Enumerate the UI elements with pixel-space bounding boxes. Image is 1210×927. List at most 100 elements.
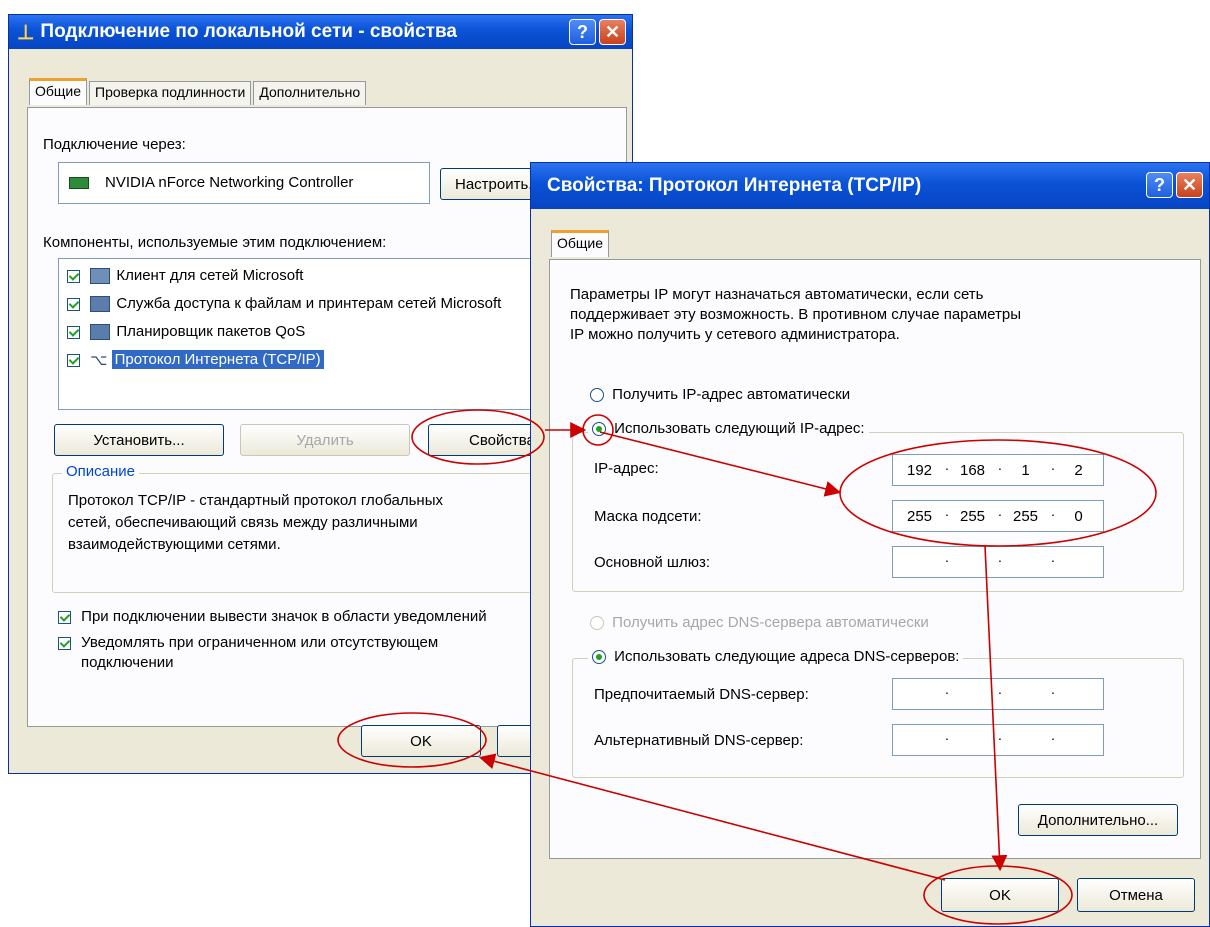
preferred-dns-label: Предпочитаемый DNS-сервер: — [594, 686, 809, 703]
manual-ip-option[interactable]: Использовать следующий IP-адрес: — [588, 420, 869, 437]
checkbox[interactable] — [67, 269, 80, 283]
ip-label: IP-адрес: — [594, 460, 659, 477]
dns-group — [572, 658, 1184, 778]
network-card-icon — [69, 177, 89, 189]
components-label: Компоненты, используемые этим подключени… — [43, 234, 387, 251]
install-button[interactable]: Установить... — [54, 424, 224, 456]
list-item[interactable]: Служба доступа к файлам и принтерам сете… — [67, 295, 502, 313]
component-label: Планировщик пакетов QoS — [116, 323, 306, 340]
adapter-name: NVIDIA nForce Networking Controller — [105, 174, 354, 191]
preferred-dns-field[interactable]: . . . — [892, 678, 1104, 710]
description-text-3: взаимодействующими сетями. — [68, 536, 281, 553]
notify-option[interactable]: Уведомлять при ограниченном или отсутств… — [58, 634, 438, 651]
dns-dot: . — [1051, 727, 1055, 743]
ok-button[interactable]: OK — [941, 878, 1059, 912]
advanced-button[interactable]: Дополнительно... — [1018, 804, 1178, 836]
qos-icon — [90, 324, 111, 341]
gateway-field[interactable]: . . . — [892, 546, 1104, 578]
alternate-dns-field[interactable]: . . . — [892, 724, 1104, 756]
subnet-mask-field[interactable]: 255 . 255 . 255 . 0 — [892, 500, 1104, 532]
dns-dot: . — [998, 727, 1002, 743]
component-label-selected: Протокол Интернета (TCP/IP) — [111, 350, 324, 369]
list-item[interactable]: Планировщик пакетов QoS — [67, 323, 306, 341]
ip-octet: 192 — [906, 461, 933, 479]
checkbox[interactable] — [67, 353, 80, 367]
manual-dns-option[interactable]: Использовать следующие адреса DNS-сервер… — [588, 648, 964, 665]
printer-share-icon — [90, 296, 111, 313]
close-icon: ✕ — [604, 21, 621, 42]
list-item[interactable]: Клиент для сетей Microsoft — [67, 267, 304, 285]
tab-advanced[interactable]: Дополнительно — [253, 81, 367, 105]
dns-dot: . — [1051, 681, 1055, 697]
cancel-button[interactable]: Отмена — [1077, 878, 1195, 912]
dns-dot: . — [945, 681, 949, 697]
checkbox[interactable] — [67, 297, 80, 311]
tcpip-properties-titlebar[interactable]: Свойства: Протокол Интернета (TCP/IP) ? … — [531, 163, 1209, 209]
mask-octet: 255 — [959, 507, 986, 525]
tcpip-properties-window: Свойства: Протокол Интернета (TCP/IP) ? … — [530, 162, 1210, 927]
connect-using-label: Подключение через: — [43, 136, 186, 153]
notify-label-1: Уведомлять при ограниченном или отсутств… — [81, 634, 439, 651]
auto-ip-label: Получить IP-адрес автоматически — [612, 386, 851, 403]
tab-general[interactable]: Общие — [551, 230, 610, 257]
mask-octet: 0 — [1074, 507, 1083, 525]
manual-dns-radio[interactable] — [592, 650, 606, 665]
gateway-dot: . — [945, 549, 949, 565]
window-title: Свойства: Протокол Интернета (TCP/IP) — [547, 175, 922, 196]
description-group — [52, 473, 612, 593]
list-item[interactable]: ⌥ Протокол Интернета (TCP/IP) — [67, 350, 324, 370]
auto-ip-option[interactable]: Получить IP-адрес автоматически — [590, 386, 850, 403]
manual-dns-label: Использовать следующие адреса DNS-сервер… — [614, 648, 960, 665]
gateway-label: Основной шлюз: — [594, 554, 711, 571]
intro-text-3: IP можно получить у сетевого администрат… — [570, 326, 900, 343]
help-button[interactable]: ? — [569, 19, 596, 45]
help-button[interactable]: ? — [1146, 172, 1173, 198]
show-icon-checkbox[interactable] — [58, 610, 71, 624]
show-icon-option[interactable]: При подключении вывести значок в области… — [58, 608, 487, 625]
ip-octet: 1 — [1021, 461, 1030, 479]
help-icon: ? — [577, 21, 588, 42]
auto-dns-option: Получить адрес DNS-сервера автоматически — [590, 614, 929, 631]
intro-text-2: поддерживает эту возможность. В противно… — [570, 306, 1022, 323]
manual-ip-label: Использовать следующий IP-адрес: — [614, 420, 865, 437]
lan-properties-titlebar[interactable]: ⊥ Подключение по локальной сети - свойст… — [9, 15, 632, 49]
notify-checkbox[interactable] — [58, 636, 71, 650]
manual-ip-radio[interactable] — [592, 422, 606, 437]
dns-dot: . — [945, 727, 949, 743]
auto-ip-radio[interactable] — [590, 388, 604, 403]
network-plug-icon: ⊥ — [17, 21, 35, 44]
alternate-dns-label: Альтернативный DNS-сервер: — [594, 732, 804, 749]
component-label: Служба доступа к файлам и принтерам сете… — [116, 295, 502, 312]
network-protocol-icon: ⌥ — [90, 352, 108, 370]
checkbox[interactable] — [67, 325, 80, 339]
show-icon-label: При подключении вывести значок в области… — [81, 608, 487, 625]
auto-dns-radio — [590, 616, 604, 631]
general-tab-panel: Параметры IP могут назначаться автоматич… — [549, 259, 1201, 859]
close-button[interactable]: ✕ — [599, 19, 626, 45]
mask-octet: 255 — [906, 507, 933, 525]
dns-dot: . — [998, 681, 1002, 697]
tab-general[interactable]: Общие — [29, 78, 88, 105]
uninstall-button: Удалить — [240, 424, 410, 456]
mask-label: Маска подсети: — [594, 508, 702, 525]
mask-octet: 255 — [1012, 507, 1039, 525]
help-icon: ? — [1154, 174, 1165, 195]
ip-octet: 168 — [959, 461, 986, 479]
close-button[interactable]: ✕ — [1176, 172, 1203, 198]
description-label: Описание — [62, 463, 140, 480]
gateway-dot: . — [1051, 549, 1055, 565]
description-text-2: сетей, обеспечивающий связь между различ… — [68, 514, 418, 531]
ip-octet: 2 — [1074, 461, 1083, 479]
computer-icon — [90, 268, 111, 285]
components-list[interactable]: Клиент для сетей Microsoft Служба доступ… — [58, 258, 558, 410]
adapter-field: NVIDIA nForce Networking Controller — [58, 162, 430, 204]
auto-dns-label: Получить адрес DNS-сервера автоматически — [612, 614, 929, 631]
ip-address-field[interactable]: 192 . 168 . 1 . 2 — [892, 454, 1104, 486]
gateway-dot: . — [998, 549, 1002, 565]
tab-authentication[interactable]: Проверка подлинности — [89, 81, 252, 105]
ok-button[interactable]: OK — [361, 725, 481, 757]
intro-text-1: Параметры IP могут назначаться автоматич… — [570, 286, 984, 303]
close-icon: ✕ — [1181, 174, 1198, 195]
component-label: Клиент для сетей Microsoft — [116, 267, 304, 284]
description-text-1: Протокол TCP/IP - стандартный протокол г… — [68, 492, 443, 509]
